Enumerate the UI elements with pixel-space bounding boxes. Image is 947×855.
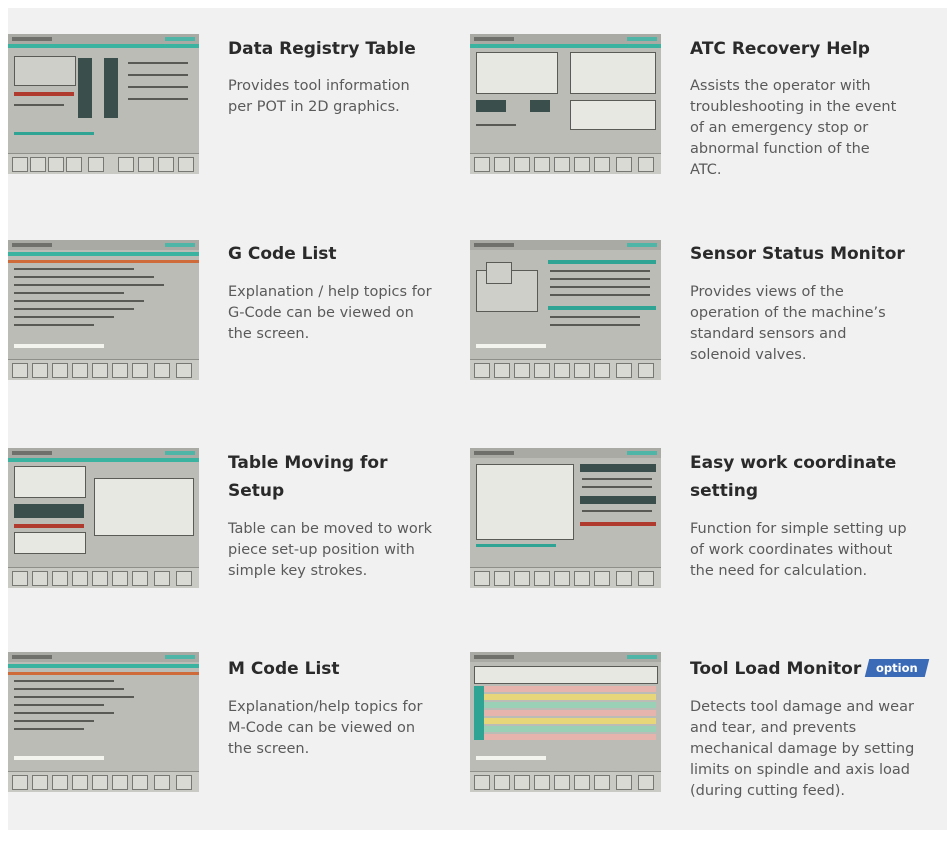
sensor-status-monitor-screenshot (470, 240, 661, 380)
feature-title: G Code List (228, 244, 337, 264)
feature-title: Data Registry Table (228, 39, 416, 59)
feature-title: Sensor Status Monitor (690, 244, 905, 264)
feature-title: Easy work coordinate setting (690, 453, 897, 501)
feature-title-row: Tool Load Monitor option (690, 655, 940, 683)
g-code-list-screenshot (8, 240, 199, 380)
table-moving-setup-screenshot (8, 448, 199, 588)
feature-description: Table can be moved to work piece set-up … (228, 521, 433, 579)
m-code-list-screenshot (8, 652, 199, 792)
tool-load-monitor-screenshot (470, 652, 661, 792)
feature-panel: Data Registry Table Provides tool inform… (8, 8, 947, 830)
data-registry-table-screenshot (8, 34, 199, 174)
feature-description: Function for simple setting up of work c… (690, 521, 907, 579)
feature-title: ATC Recovery Help (690, 39, 870, 59)
atc-recovery-help-screenshot (470, 34, 661, 174)
feature-title: Table Moving for Setup (228, 453, 388, 501)
easy-work-coordinate-screenshot (470, 448, 661, 588)
feature-description: Explanation / help topics for G-Code can… (228, 284, 432, 342)
feature-description: Provides tool information per POT in 2D … (228, 78, 410, 115)
option-badge-label: option (876, 661, 918, 675)
feature-title: Tool Load Monitor (690, 659, 862, 679)
feature-description: Assists the operator with troubleshootin… (690, 78, 897, 178)
feature-description: Explanation/help topics for M-Code can b… (228, 699, 423, 757)
feature-description: Detects tool damage and wear and tear, a… (690, 699, 915, 799)
feature-description: Provides views of the operation of the m… (690, 284, 886, 363)
option-badge: option (864, 659, 930, 677)
feature-title: M Code List (228, 659, 340, 679)
